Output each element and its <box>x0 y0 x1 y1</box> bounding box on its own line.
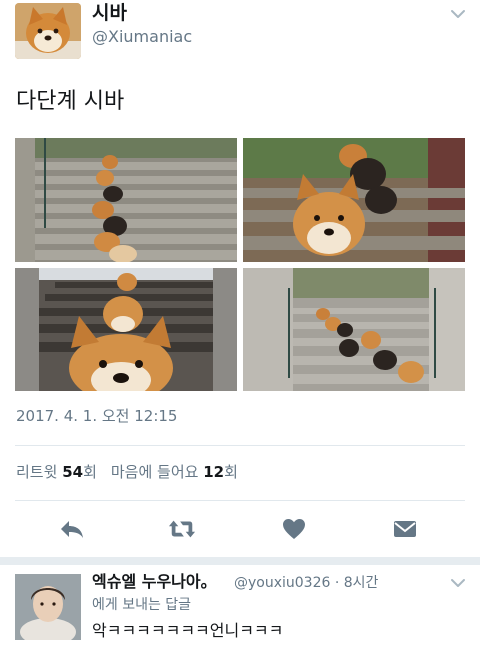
tweet-stats: 리트윗 54회 마음에 들어요 12회 <box>16 462 238 482</box>
like-button[interactable] <box>280 516 308 542</box>
photo-4[interactable] <box>243 268 465 391</box>
photo-2[interactable] <box>243 138 465 262</box>
shiba-stacked-image <box>243 138 465 262</box>
photo-1[interactable] <box>15 138 237 262</box>
reply-icon <box>61 521 83 538</box>
retweet-icon <box>168 520 196 538</box>
author-handle[interactable]: @Xiumaniac <box>92 27 192 47</box>
reply-button[interactable] <box>58 516 86 542</box>
chevron-down-icon[interactable] <box>450 577 466 589</box>
section-divider <box>0 557 480 565</box>
avatar[interactable] <box>15 3 81 59</box>
reply-tweet[interactable]: 엑슈엘 누우나아。 @youxiu0326 · 8시간 에게 보내는 답글 악ㅋ… <box>0 565 480 651</box>
tweet-text: 다단계 시바 <box>16 89 125 114</box>
direct-message-button[interactable] <box>391 516 419 542</box>
photo-3[interactable] <box>15 268 237 391</box>
reply-text: 악ㅋㅋㅋㅋㅋㅋㅋ언니ㅋㅋㅋ <box>92 621 284 640</box>
shiba-row-image <box>243 268 465 391</box>
shiba-closeup-image <box>15 268 237 391</box>
retweets-unit: 회 <box>83 463 97 481</box>
likes-count: 12 <box>203 463 225 481</box>
reply-author-meta: @youxiu0326 · 8시간 <box>234 573 378 593</box>
author-name[interactable]: 시바 <box>92 2 127 24</box>
likes-stat[interactable]: 마음에 들어요 12회 <box>111 463 238 481</box>
divider <box>15 445 465 446</box>
reply-author-handle[interactable]: @youxiu0326 <box>234 575 330 591</box>
reply-to-label: 에게 보내는 답글 <box>92 597 192 613</box>
shiba-stairs-image <box>15 138 237 262</box>
heart-icon <box>283 519 305 539</box>
tweet-timestamp: 2017. 4. 1. 오전 12:15 <box>16 407 178 425</box>
likes-label: 마음에 들어요 <box>110 463 199 481</box>
chevron-down-icon[interactable] <box>450 8 466 20</box>
divider <box>15 500 465 501</box>
reply-time: · 8시간 <box>334 575 379 591</box>
envelope-icon <box>394 521 416 537</box>
retweets-label: 리트윗 <box>16 463 58 481</box>
retweet-button[interactable] <box>168 516 196 542</box>
person-avatar-image <box>15 574 81 640</box>
photo-grid <box>15 138 465 391</box>
retweets-count: 54 <box>62 463 84 481</box>
reply-author-name[interactable]: 엑슈엘 누우나아。 <box>92 572 217 592</box>
likes-unit: 회 <box>224 463 238 481</box>
retweets-stat[interactable]: 리트윗 54회 <box>16 463 97 481</box>
tweet-header: 시바 @Xiumaniac <box>0 0 480 60</box>
reply-avatar[interactable] <box>15 574 81 640</box>
shiba-avatar-image <box>15 3 81 59</box>
